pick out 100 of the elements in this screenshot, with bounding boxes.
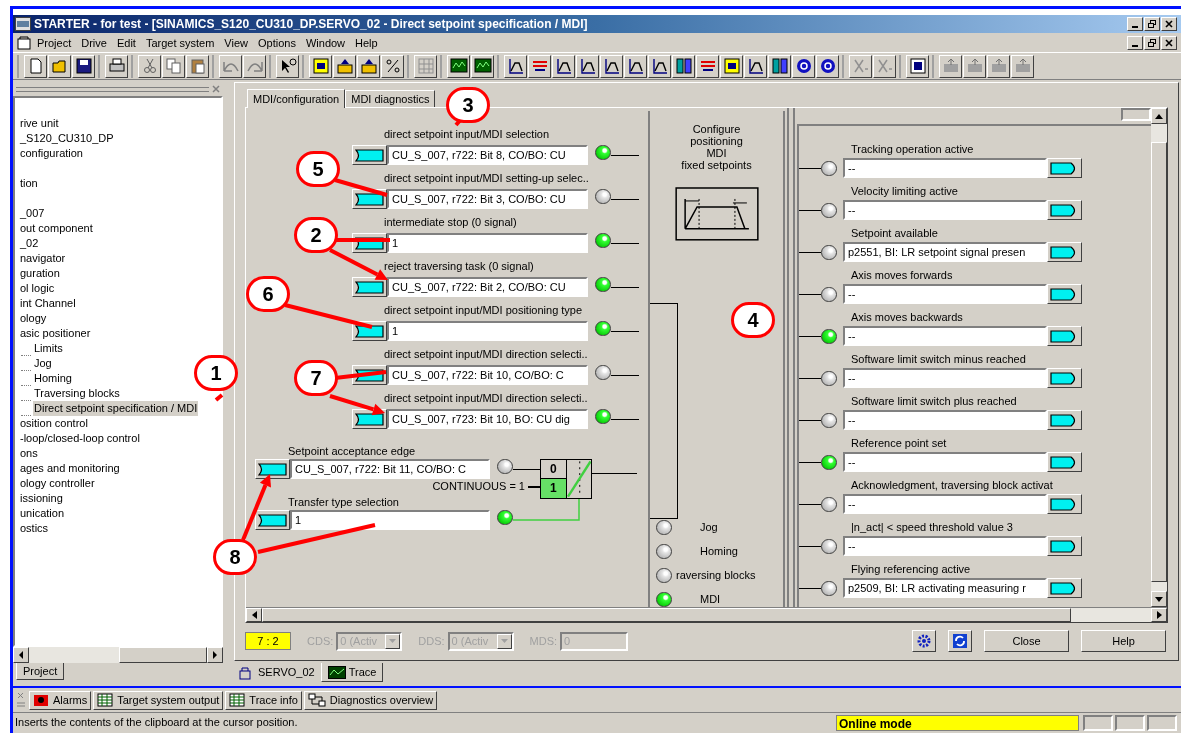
tree-item[interactable]: int Channel xyxy=(19,296,77,311)
tree-item[interactable]: ology xyxy=(19,311,48,326)
toolbar-button[interactable] xyxy=(576,54,599,78)
minimize-button[interactable] xyxy=(1127,17,1143,31)
configure-button[interactable]: Configure positioning MDI fixed setpoints xyxy=(681,123,752,171)
interconnection-button[interactable] xyxy=(352,277,387,297)
menu-item[interactable]: Target system xyxy=(140,34,220,52)
tree-item[interactable]: Limits xyxy=(33,341,64,356)
toolbar-button[interactable] xyxy=(600,54,623,78)
output-tab[interactable]: Target system output xyxy=(93,690,224,710)
interconnection-button[interactable] xyxy=(1047,578,1082,598)
tree-item[interactable]: _007 xyxy=(19,191,46,221)
interconnection-button[interactable] xyxy=(255,510,290,530)
connection-field[interactable]: -- xyxy=(843,200,1047,220)
toolbar-button[interactable] xyxy=(357,54,380,78)
tree-item[interactable]: ol logic xyxy=(19,281,56,296)
toolbar-button[interactable] xyxy=(447,54,470,78)
tab[interactable]: MDI diagnostics xyxy=(345,90,436,107)
horizontal-scrollbar[interactable] xyxy=(246,607,1167,622)
tree-item[interactable]: unication xyxy=(19,506,66,521)
tree-item[interactable]: tion xyxy=(19,161,39,191)
connection-field[interactable]: CU_S_007, r722: Bit 10, CO/BO: C xyxy=(387,365,588,385)
interconnection-button[interactable] xyxy=(1047,158,1082,178)
menu-item[interactable]: Options xyxy=(253,34,301,52)
toolbar-button[interactable] xyxy=(186,54,209,78)
connection-field[interactable]: CU_S_007, r722: Bit 11, CO/BO: C xyxy=(290,459,490,479)
tree-item[interactable]: rive unit xyxy=(19,116,60,131)
output-tab[interactable]: Diagnostics overview xyxy=(303,690,438,710)
toolbar-button[interactable] xyxy=(414,54,437,78)
connection-field[interactable]: -- xyxy=(843,284,1047,304)
output-tab[interactable]: Alarms xyxy=(29,690,92,710)
toolbar-button[interactable] xyxy=(552,54,575,78)
tree-item[interactable]: Homing xyxy=(33,371,73,386)
gear-button[interactable] xyxy=(912,630,936,652)
close-button[interactable] xyxy=(1161,17,1177,31)
interconnection-button[interactable] xyxy=(1047,368,1082,388)
toolbar-button[interactable] xyxy=(906,54,929,78)
menu-item[interactable]: Drive xyxy=(76,34,112,52)
toolbar-button[interactable] xyxy=(243,54,266,78)
toolbar-button[interactable] xyxy=(696,54,719,78)
tree-item[interactable]: _S120_CU310_DP xyxy=(19,131,115,146)
interconnection-button[interactable] xyxy=(1047,536,1082,556)
toolbar-button[interactable] xyxy=(24,54,47,78)
toolbar-button[interactable] xyxy=(648,54,671,78)
interconnection-button[interactable] xyxy=(1047,410,1082,430)
toolbar-button[interactable] xyxy=(276,54,299,78)
tree-item[interactable]: -loop/closed-loop control xyxy=(19,431,141,446)
connection-field[interactable]: -- xyxy=(843,452,1047,472)
toolbar-button[interactable] xyxy=(792,54,815,78)
document-tab[interactable]: Trace xyxy=(320,663,384,682)
connection-field[interactable]: 1 xyxy=(290,510,490,530)
toolbar-button[interactable] xyxy=(744,54,767,78)
toolbar-button[interactable] xyxy=(816,54,839,78)
connection-field[interactable]: 1 xyxy=(387,321,588,341)
tree-item[interactable]: issioning xyxy=(19,491,64,506)
tree-item[interactable]: Traversing blocks xyxy=(33,386,121,401)
tree-item[interactable]: out component xyxy=(19,221,94,236)
tab[interactable]: MDI/configuration xyxy=(247,89,346,108)
menu-item[interactable]: Project xyxy=(32,34,77,52)
toolbar-button[interactable] xyxy=(105,54,128,78)
tree-item[interactable]: _02 xyxy=(19,236,40,251)
connection-field[interactable]: p2509, BI: LR activating measuring r xyxy=(843,578,1047,598)
interconnection-button[interactable] xyxy=(352,145,387,165)
menu-item[interactable]: Edit xyxy=(111,34,141,52)
toolbar-button[interactable] xyxy=(963,54,986,78)
close-icon[interactable] xyxy=(212,85,220,93)
connection-field[interactable]: p2551, BI: LR setpoint signal presen xyxy=(843,242,1047,262)
tree-item[interactable]: ology controller xyxy=(19,476,96,491)
small-button[interactable] xyxy=(1121,108,1151,121)
menu-item[interactable]: Help xyxy=(350,34,383,52)
connection-field[interactable]: -- xyxy=(843,326,1047,346)
tree-item[interactable]: ons xyxy=(19,446,39,461)
dialog-button[interactable]: Close xyxy=(984,630,1069,652)
restore-button[interactable] xyxy=(1144,36,1160,50)
tree-item[interactable]: osition control xyxy=(19,416,89,431)
toolbar-button[interactable] xyxy=(672,54,695,78)
tree-item[interactable]: navigator xyxy=(19,251,67,266)
toolbar-button[interactable] xyxy=(720,54,743,78)
toolbar-button[interactable] xyxy=(528,54,551,78)
minimize-button[interactable] xyxy=(1127,36,1143,50)
connection-field[interactable]: CU_S_007, r722: Bit 8, CO/BO: CU xyxy=(387,145,588,165)
connection-field[interactable]: CU_S_007, r722: Bit 2, CO/BO: CU xyxy=(387,277,588,297)
tree-item[interactable]: Direct setpoint specification / MDI xyxy=(33,401,199,416)
toolbar-button[interactable] xyxy=(333,54,356,78)
interconnection-button[interactable] xyxy=(255,459,290,479)
connection-field[interactable]: -- xyxy=(843,158,1047,178)
restore-button[interactable] xyxy=(1144,17,1160,31)
toolbar-button[interactable] xyxy=(987,54,1010,78)
dialog-button[interactable]: Help xyxy=(1081,630,1166,652)
interconnection-button[interactable] xyxy=(1047,326,1082,346)
connection-field[interactable]: -- xyxy=(843,494,1047,514)
toolbar-button[interactable] xyxy=(471,54,494,78)
tree-item[interactable]: ages and monitoring xyxy=(19,461,121,476)
toolbar-button[interactable] xyxy=(624,54,647,78)
vertical-scrollbar[interactable] xyxy=(1151,108,1167,607)
menu-item[interactable]: View xyxy=(219,34,253,52)
toolbar-button[interactable] xyxy=(849,54,872,78)
connection-field[interactable]: -- xyxy=(843,368,1047,388)
refresh-button[interactable] xyxy=(948,630,972,652)
interconnection-button[interactable] xyxy=(1047,284,1082,304)
